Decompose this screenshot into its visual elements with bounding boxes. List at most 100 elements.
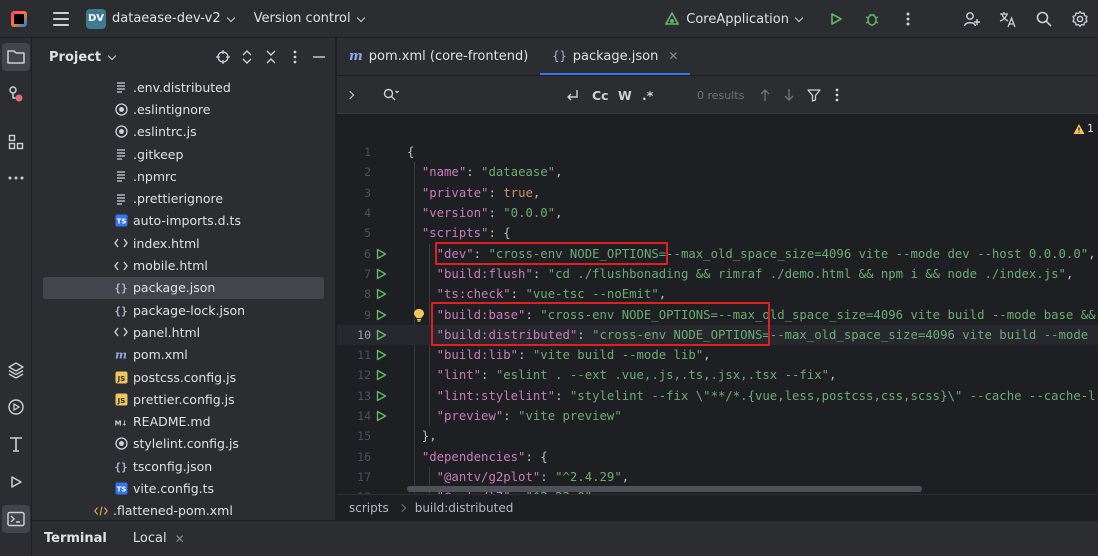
- run-script-icon[interactable]: [374, 409, 388, 423]
- code-line[interactable]: 16 "dependencies": {: [337, 447, 1098, 467]
- services-tool-button[interactable]: [2, 393, 30, 421]
- project-tool-button[interactable]: [2, 43, 30, 71]
- close-icon[interactable]: ✕: [668, 49, 678, 63]
- tree-item[interactable]: .flattened-pom.xml: [32, 500, 332, 522]
- run-script-icon[interactable]: [374, 287, 388, 301]
- run-script-icon[interactable]: [374, 308, 388, 322]
- regex-toggle[interactable]: .*: [642, 76, 653, 114]
- search-history-button[interactable]: [383, 76, 399, 114]
- code-line[interactable]: 7 "build:flush": "cd ./flushbonading && …: [337, 264, 1098, 284]
- breadcrumb-item[interactable]: scripts: [349, 501, 389, 515]
- tree-item[interactable]: .gitkeep: [32, 143, 332, 165]
- tab-package-json[interactable]: {} package.json ✕: [540, 37, 691, 75]
- code-line[interactable]: 1{: [337, 142, 1098, 162]
- main-menu-icon[interactable]: [48, 6, 74, 32]
- tree-item[interactable]: JS postcss.config.js: [32, 366, 332, 388]
- tree-item[interactable]: .eslintrc.js: [32, 121, 332, 143]
- code-token: {: [407, 145, 415, 160]
- tree-item[interactable]: JS prettier.config.js: [32, 388, 332, 410]
- tree-item[interactable]: m pom.xml: [32, 344, 332, 366]
- whole-words-toggle[interactable]: W: [618, 76, 632, 114]
- run-script-icon[interactable]: [374, 348, 388, 362]
- options-button[interactable]: [287, 49, 303, 65]
- run-script-icon[interactable]: [374, 328, 388, 342]
- collapse-all-button[interactable]: [263, 49, 279, 65]
- commit-tool-button[interactable]: [2, 80, 30, 108]
- previous-occurrence-button[interactable]: [759, 76, 771, 114]
- debug-button[interactable]: [854, 0, 890, 38]
- code-line[interactable]: 8 "ts:check": "vue-tsc --noEmit",: [337, 284, 1098, 304]
- breadcrumb-item[interactable]: build:distributed: [415, 501, 514, 515]
- tree-item[interactable]: .npmrc: [32, 165, 332, 187]
- code-line[interactable]: 14 "preview": "vite preview": [337, 406, 1098, 426]
- terminal-tool-button[interactable]: [2, 505, 30, 533]
- line-number: 12: [357, 368, 371, 383]
- run-script-icon[interactable]: [374, 389, 388, 403]
- structure-tool-button[interactable]: [2, 128, 30, 156]
- new-line-button[interactable]: [565, 76, 579, 114]
- chevron-down-icon[interactable]: [356, 14, 366, 24]
- chevron-down-icon[interactable]: [226, 14, 236, 24]
- more-actions-button[interactable]: [890, 0, 926, 38]
- tree-item[interactable]: mobile.html: [32, 254, 332, 276]
- next-occurrence-button[interactable]: [783, 76, 795, 114]
- tree-item[interactable]: index.html: [32, 232, 332, 254]
- run-script-icon[interactable]: [374, 368, 388, 382]
- match-case-toggle[interactable]: Cc: [592, 76, 609, 114]
- project-panel-title[interactable]: Project: [49, 50, 101, 65]
- terminal-title[interactable]: Terminal: [44, 531, 107, 546]
- tree-item[interactable]: stylelint.config.js: [32, 433, 332, 455]
- code-line[interactable]: 3 "private": true,: [337, 183, 1098, 203]
- tree-item[interactable]: {} package-lock.json: [32, 299, 332, 321]
- version-control-menu[interactable]: Version control: [254, 11, 351, 26]
- tree-item[interactable]: {} tsconfig.json: [32, 455, 332, 477]
- search-button[interactable]: [1026, 0, 1062, 38]
- inspection-widget[interactable]: 1: [1073, 122, 1094, 135]
- settings-button[interactable]: [1062, 0, 1098, 38]
- code-line[interactable]: 2 "name": "dataease",: [337, 162, 1098, 182]
- layers-tool-button[interactable]: [2, 356, 30, 384]
- project-badge[interactable]: DV: [86, 8, 106, 29]
- code-line[interactable]: 13 "lint:stylelint": "stylelint --fix \"…: [337, 386, 1098, 406]
- tree-item[interactable]: .env.distributed: [32, 76, 332, 98]
- tree-item[interactable]: .eslintignore: [32, 98, 332, 120]
- select-opened-file-button[interactable]: [215, 49, 231, 65]
- terminal-tab-local[interactable]: Local ✕: [133, 531, 185, 546]
- close-icon[interactable]: ✕: [175, 532, 185, 546]
- run-button[interactable]: [818, 0, 854, 38]
- expand-replace-button[interactable]: [345, 76, 355, 114]
- ide-logo-icon[interactable]: [6, 6, 32, 32]
- ts-file-icon: TS: [114, 214, 128, 228]
- tree-item[interactable]: {} package.json: [43, 276, 324, 299]
- project-name[interactable]: dataease-dev-v2: [112, 11, 221, 26]
- more-tools-button[interactable]: [2, 164, 30, 192]
- code-line[interactable]: 5 "scripts": {: [337, 223, 1098, 243]
- tree-item[interactable]: panel.html: [32, 321, 332, 343]
- tree-item[interactable]: TS vite.config.ts: [32, 477, 332, 499]
- code-line[interactable]: 17 "@antv/g2plot": "^2.4.29",: [337, 467, 1098, 487]
- code-line[interactable]: 12 "lint": "eslint . --ext .vue,.js,.ts,…: [337, 365, 1098, 385]
- tree-item[interactable]: TS auto-imports.d.ts: [32, 210, 332, 232]
- code-line[interactable]: 11 "build:lib": "vite build --mode lib",: [337, 345, 1098, 365]
- code-editor[interactable]: 1 1{2 "name": "dataease", 3 "private": tr…: [337, 114, 1098, 494]
- run-script-icon[interactable]: [374, 267, 388, 281]
- translate-button[interactable]: [990, 0, 1026, 38]
- expand-all-button[interactable]: [239, 49, 255, 65]
- code-line[interactable]: 15 },: [337, 426, 1098, 446]
- tree-item[interactable]: M↓ README.md: [32, 410, 332, 432]
- filter-button[interactable]: [807, 76, 821, 114]
- endpoints-tool-button[interactable]: [2, 430, 30, 458]
- run-configuration-selector[interactable]: CoreApplication: [664, 11, 804, 27]
- run-tool-button[interactable]: [2, 468, 30, 496]
- chevron-down-icon[interactable]: [107, 52, 117, 62]
- code-line[interactable]: 4 "version": "0.0.0",: [337, 203, 1098, 223]
- tree-item[interactable]: .prettierignore: [32, 187, 332, 209]
- run-script-icon[interactable]: [374, 247, 388, 261]
- hide-panel-button[interactable]: [311, 49, 327, 65]
- editor-horizontal-scrollbar[interactable]: [407, 486, 922, 492]
- add-user-button[interactable]: [954, 0, 990, 38]
- tab-pom-xml[interactable]: m pom.xml (core-frontend): [337, 37, 540, 75]
- find-options-button[interactable]: [835, 76, 839, 114]
